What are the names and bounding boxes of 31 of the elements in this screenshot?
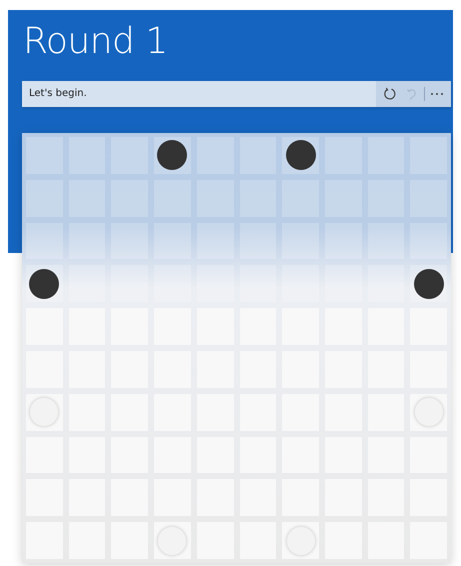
board-cell[interactable]	[196, 222, 234, 260]
board-cell[interactable]	[282, 265, 319, 302]
round-title: Round 1	[22, 20, 169, 64]
board-cell[interactable]	[368, 222, 404, 260]
peg	[414, 268, 444, 299]
board-cell[interactable]	[154, 222, 191, 260]
board-cell[interactable]	[68, 265, 106, 302]
board-cell[interactable]	[282, 222, 319, 260]
board-cell[interactable]	[154, 265, 191, 302]
peg	[29, 268, 60, 299]
board-cell[interactable]	[26, 222, 63, 260]
peg	[286, 140, 316, 170]
board-cell[interactable]	[68, 222, 106, 260]
board-cell[interactable]	[368, 265, 404, 302]
status-message: Let's begin.	[28, 87, 88, 101]
board-cell[interactable]	[324, 265, 362, 302]
board-cell[interactable]	[240, 265, 276, 302]
refresh-icon	[383, 87, 397, 101]
board-cell[interactable]	[111, 265, 148, 302]
board-cell[interactable]	[196, 265, 234, 302]
undo-icon	[406, 87, 418, 101]
board-cell[interactable]	[240, 222, 276, 260]
board-cell[interactable]	[282, 137, 319, 174]
board-cell[interactable]	[410, 222, 447, 260]
board-cell[interactable]	[154, 137, 191, 174]
board-cell[interactable]	[324, 222, 362, 260]
more-icon	[430, 92, 444, 96]
peg	[157, 140, 188, 170]
board-cell[interactable]	[410, 265, 447, 302]
board-cell[interactable]	[111, 222, 148, 260]
board-cell[interactable]	[26, 265, 63, 302]
